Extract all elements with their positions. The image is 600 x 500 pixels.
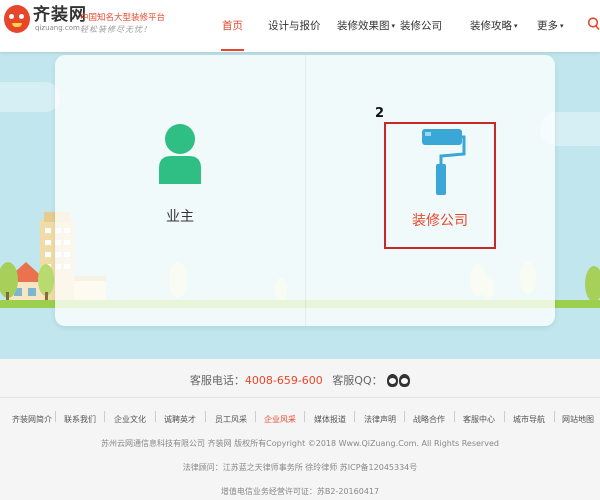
footer-link-city-nav[interactable]: 城市导航: [513, 414, 545, 425]
chevron-down-icon: ▾: [560, 22, 564, 30]
qq-icon[interactable]: [387, 374, 399, 387]
footer-divider: [0, 397, 600, 398]
footer-link-about[interactable]: 齐装网简介: [12, 414, 52, 425]
mascot-logo-icon: [4, 5, 30, 33]
license-text: 增值电信业务经营许可证：苏B2-20160417: [220, 487, 380, 496]
qq-icon[interactable]: [399, 374, 411, 387]
role-label-owner: 业主: [166, 209, 194, 225]
footer-link-company-style[interactable]: 企业风采: [264, 414, 296, 425]
slogan-sub: 轻松装修尽无忧！: [80, 25, 152, 34]
chevron-down-icon: ▾: [391, 22, 396, 30]
search-icon[interactable]: [586, 16, 600, 32]
footer-link-service-center[interactable]: 客服中心: [463, 414, 495, 425]
slogan-main: 中国知名大型装修平台: [80, 13, 166, 23]
service-qq-label: 客服QQ：: [332, 374, 383, 387]
footer-link-media[interactable]: 媒体报道: [314, 414, 346, 425]
annotation-number: 2: [375, 106, 385, 121]
slogan: 中国知名大型装修平台 轻松装修尽无忧！: [80, 12, 165, 36]
nav-item-effect-pictures[interactable]: 装修效果图 ▾: [337, 18, 395, 33]
site-header: 齐装网 qizuang.com 中国知名大型装修平台 轻松装修尽无忧！ 首页 设…: [0, 0, 600, 52]
footer-link-legal[interactable]: 法律声明: [364, 414, 396, 425]
logo-name: 齐装网: [33, 4, 87, 25]
chevron-down-icon: ▾: [514, 22, 518, 30]
copyright-text: 苏州云网通信息科技有限公司 齐装网 版权所有Copyright ©2018 Ww…: [101, 439, 499, 448]
legal-text: 法律顾问：江苏蓝之天律师事务所 徐玲律师 苏ICP备12045334号: [182, 463, 418, 472]
qq-icons[interactable]: [386, 374, 411, 390]
footer-link-culture[interactable]: 企业文化: [114, 414, 146, 425]
service-phone[interactable]: 4008-659-600: [245, 374, 323, 387]
role-option-owner[interactable]: 业主: [130, 122, 230, 226]
card-divider: [305, 55, 306, 326]
nav-item-guides[interactable]: 装修攻略 ▾: [470, 18, 518, 33]
service-info: 客服电话：4008-659-600 客服QQ：: [0, 372, 600, 390]
nav-item-decoration-companies[interactable]: 装修公司: [400, 18, 442, 33]
service-phone-label: 客服电话：: [189, 374, 245, 387]
footer-link-sitemap[interactable]: 网站地图: [562, 414, 594, 425]
footer-link-staff[interactable]: 员工风采: [215, 414, 247, 425]
footer-link-contact[interactable]: 联系我们: [64, 414, 96, 425]
site-logo[interactable]: 齐装网 qizuang.com: [4, 5, 87, 33]
footer-link-partners[interactable]: 战略合作: [413, 414, 445, 425]
footer-link-jobs[interactable]: 诚聘英才: [164, 414, 196, 425]
nav-item-more[interactable]: 更多 ▾: [537, 18, 564, 33]
nav-item-home[interactable]: 首页: [221, 18, 244, 51]
user-icon: [159, 124, 201, 184]
highlight-box: [384, 122, 496, 249]
nav-item-design-quote[interactable]: 设计与报价: [268, 18, 321, 33]
